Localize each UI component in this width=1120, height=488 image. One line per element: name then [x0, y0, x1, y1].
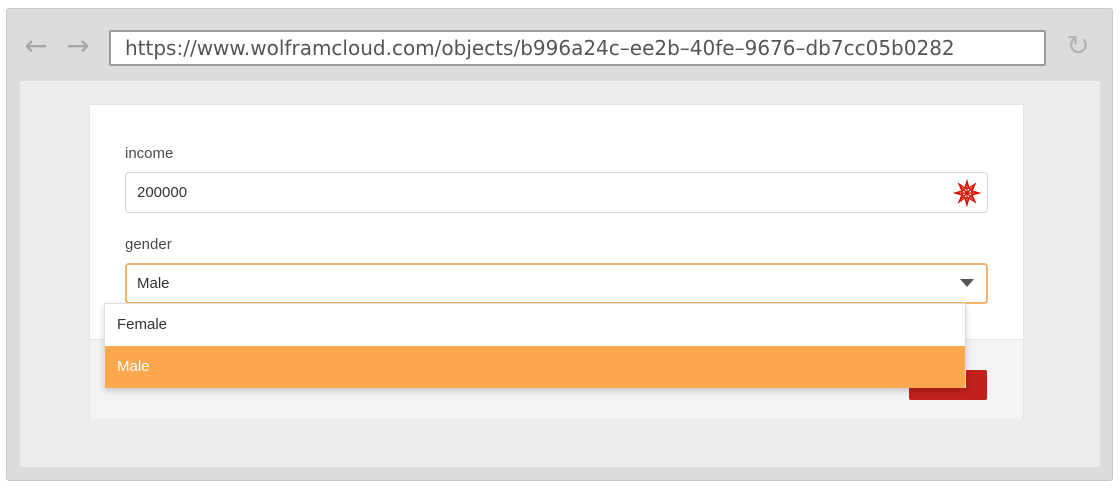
- page-viewport: income 200000 gender Male: [20, 81, 1100, 467]
- wolfram-spikey-icon[interactable]: [953, 179, 981, 207]
- gender-dropdown-list: Female Male: [104, 303, 966, 388]
- left-arrow-icon[interactable]: ←: [21, 31, 51, 61]
- income-value: 200000: [137, 184, 188, 201]
- right-arrow-icon[interactable]: →: [63, 31, 93, 61]
- gender-selected-value: Male: [137, 275, 170, 292]
- gender-select[interactable]: Male: [125, 263, 988, 304]
- option-male[interactable]: Male: [105, 346, 965, 388]
- option-female[interactable]: Female: [105, 304, 965, 346]
- reload-icon[interactable]: ↻: [1063, 31, 1093, 61]
- chevron-down-icon[interactable]: [960, 279, 974, 287]
- gender-label: gender: [125, 236, 172, 253]
- browser-toolbar: ← → https://www.wolframcloud.com/objects…: [7, 9, 1112, 81]
- browser-window: ← → https://www.wolframcloud.com/objects…: [6, 8, 1113, 481]
- address-bar[interactable]: https://www.wolframcloud.com/objects/b99…: [109, 30, 1046, 66]
- income-label: income: [125, 145, 174, 162]
- income-input[interactable]: 200000: [125, 172, 988, 213]
